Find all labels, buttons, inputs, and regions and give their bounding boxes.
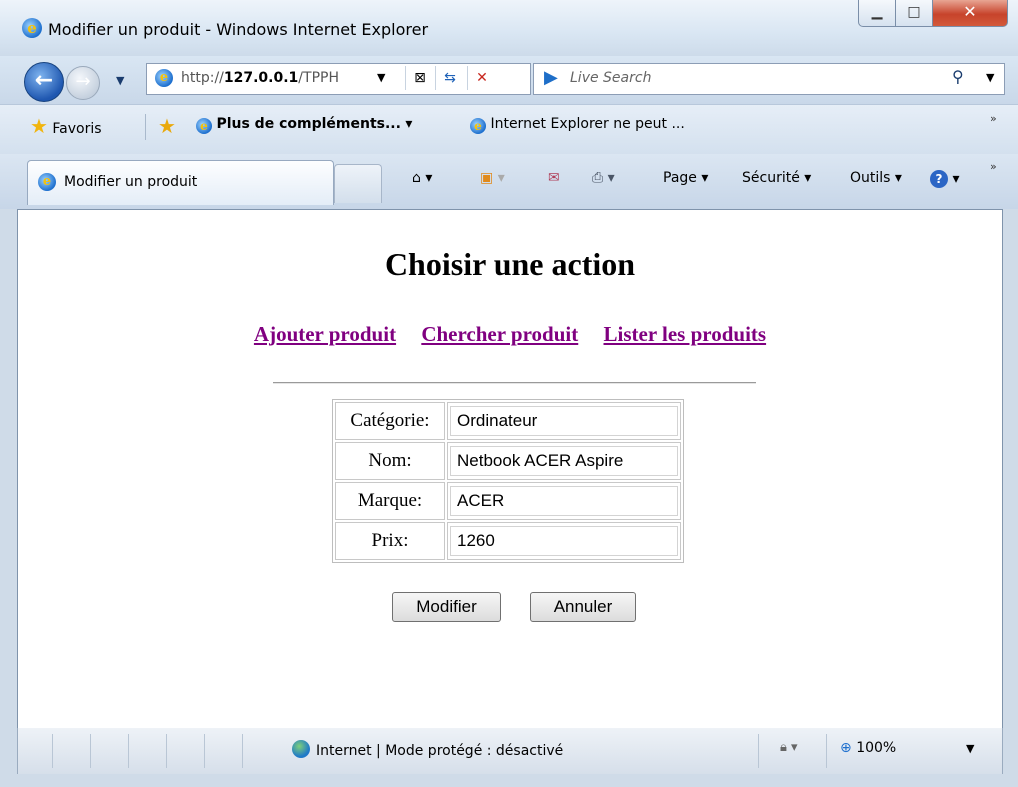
name-input[interactable] bbox=[450, 446, 678, 476]
table-row: Marque: bbox=[335, 482, 681, 520]
ie-link-icon: e bbox=[196, 118, 212, 134]
favorites-star-icon: ★ bbox=[30, 114, 48, 138]
security-menu[interactable]: Sécurité ▾ bbox=[742, 170, 811, 186]
help-icon: ? bbox=[930, 170, 948, 188]
table-row: Nom: bbox=[335, 442, 681, 480]
search-product-link[interactable]: Chercher produit bbox=[421, 322, 578, 346]
add-favorite-icon: ★ bbox=[158, 114, 176, 138]
category-label: Catégorie: bbox=[335, 402, 445, 440]
table-row: Prix: bbox=[335, 522, 681, 560]
ie-page-icon: e bbox=[470, 118, 486, 134]
feeds-button[interactable]: ▣ ▾ bbox=[480, 170, 505, 186]
page-menu[interactable]: Page ▾ bbox=[663, 170, 708, 186]
page-heading: Choisir une action bbox=[384, 246, 636, 282]
maximize-button[interactable]: □ bbox=[895, 0, 933, 27]
product-form-table: Catégorie: Nom: Marque: Prix: bbox=[332, 399, 684, 563]
window-title: Modifier un produit - Windows Internet E… bbox=[48, 20, 429, 39]
price-label: Prix: bbox=[335, 522, 445, 560]
tools-menu[interactable]: Outils ▾ bbox=[850, 170, 902, 186]
favorites-item-addons[interactable]: e Plus de compléments... ▾ bbox=[196, 116, 412, 134]
favorites-label: Favoris bbox=[52, 121, 102, 137]
back-button[interactable]: ← bbox=[24, 62, 64, 102]
search-dropdown-icon[interactable]: ▼ bbox=[986, 71, 994, 84]
name-label: Nom: bbox=[335, 442, 445, 480]
tab-active[interactable]: e Modifier un produit bbox=[27, 160, 334, 205]
browser-window: e Modifier un produit - Windows Internet… bbox=[0, 0, 1018, 787]
live-search-icon: ▶ bbox=[544, 67, 558, 88]
new-tab-button[interactable] bbox=[334, 164, 382, 203]
address-dropdown-icon[interactable]: ▼ bbox=[377, 71, 385, 84]
help-button[interactable]: ? ▾ bbox=[930, 170, 959, 188]
zoom-dropdown-icon[interactable]: ▼ bbox=[966, 742, 974, 755]
category-input[interactable] bbox=[450, 406, 678, 436]
favorites-overflow-icon[interactable]: » bbox=[990, 112, 997, 125]
search-box[interactable]: ▶ Live Search ⚲ ▼ bbox=[533, 63, 1005, 95]
print-button[interactable]: ⎙ ▾ bbox=[592, 170, 615, 186]
addons-label: Plus de compléments... bbox=[216, 116, 401, 132]
search-placeholder[interactable]: Live Search bbox=[570, 70, 651, 86]
modify-button[interactable]: Modifier bbox=[392, 592, 501, 622]
history-dropdown-icon[interactable]: ▼ bbox=[116, 74, 124, 87]
command-overflow-icon[interactable]: » bbox=[990, 160, 997, 173]
tab-label: Modifier un produit bbox=[64, 174, 198, 190]
table-row: Catégorie: bbox=[335, 402, 681, 440]
window-bottom-border bbox=[0, 774, 1018, 787]
add-product-link[interactable]: Ajouter produit bbox=[254, 322, 396, 346]
home-icon: ⌂ bbox=[412, 170, 421, 186]
internet-zone-icon bbox=[292, 740, 310, 758]
favorites-separator bbox=[145, 114, 146, 140]
favorites-button[interactable]: ★ Favoris bbox=[30, 114, 102, 138]
page-icon: e bbox=[155, 69, 173, 87]
stop-icon[interactable]: ✕ bbox=[467, 66, 496, 90]
compatibility-view-icon[interactable]: ⊠ bbox=[405, 66, 434, 90]
search-icon[interactable]: ⚲ bbox=[952, 67, 964, 86]
page-content: Choisir une action Ajouter produit Cherc… bbox=[17, 209, 1003, 729]
zoom-level[interactable]: ⊕ 100% bbox=[840, 740, 896, 756]
minimize-button[interactable]: ▁ bbox=[858, 0, 896, 27]
forward-button[interactable]: → bbox=[66, 66, 100, 100]
list-products-link[interactable]: Lister les produits bbox=[604, 322, 767, 346]
brand-input[interactable] bbox=[450, 486, 678, 516]
tab-page-icon: e bbox=[38, 173, 56, 191]
add-to-favorites-bar-button[interactable]: ★ bbox=[158, 114, 176, 138]
zoom-icon: ⊕ bbox=[840, 740, 852, 756]
favorites-item-ie-error[interactable]: e Internet Explorer ne peut ... bbox=[470, 116, 685, 134]
mail-icon[interactable]: ✉ bbox=[548, 170, 560, 186]
action-links: Ajouter produit Chercher produit Lister … bbox=[18, 322, 1002, 347]
rss-feed-icon: ▣ bbox=[480, 170, 494, 186]
cancel-button[interactable]: Annuler bbox=[530, 592, 636, 622]
ie-logo-icon: e bbox=[22, 18, 42, 38]
print-icon: ⎙ bbox=[592, 170, 604, 186]
ie-error-label: Internet Explorer ne peut ... bbox=[490, 116, 685, 132]
brand-label: Marque: bbox=[335, 482, 445, 520]
refresh-icon[interactable]: ⇆ bbox=[435, 66, 464, 90]
protected-mode-icon[interactable]: 🔒︎ ▾ bbox=[780, 740, 798, 755]
close-button[interactable]: ✕ bbox=[932, 0, 1008, 27]
price-input[interactable] bbox=[450, 526, 678, 556]
security-zone-status[interactable]: Internet | Mode protégé : désactivé bbox=[292, 740, 563, 759]
separator-line bbox=[273, 382, 756, 384]
address-bar[interactable]: e http://127.0.0.1/TPPH ▼ ⊠ ⇆ ✕ bbox=[146, 63, 531, 95]
status-bar: Internet | Mode protégé : désactivé 🔒︎ ▾… bbox=[17, 728, 1003, 775]
home-button[interactable]: ⌂ ▾ bbox=[412, 170, 432, 186]
address-url[interactable]: http://127.0.0.1/TPPH bbox=[181, 70, 339, 86]
